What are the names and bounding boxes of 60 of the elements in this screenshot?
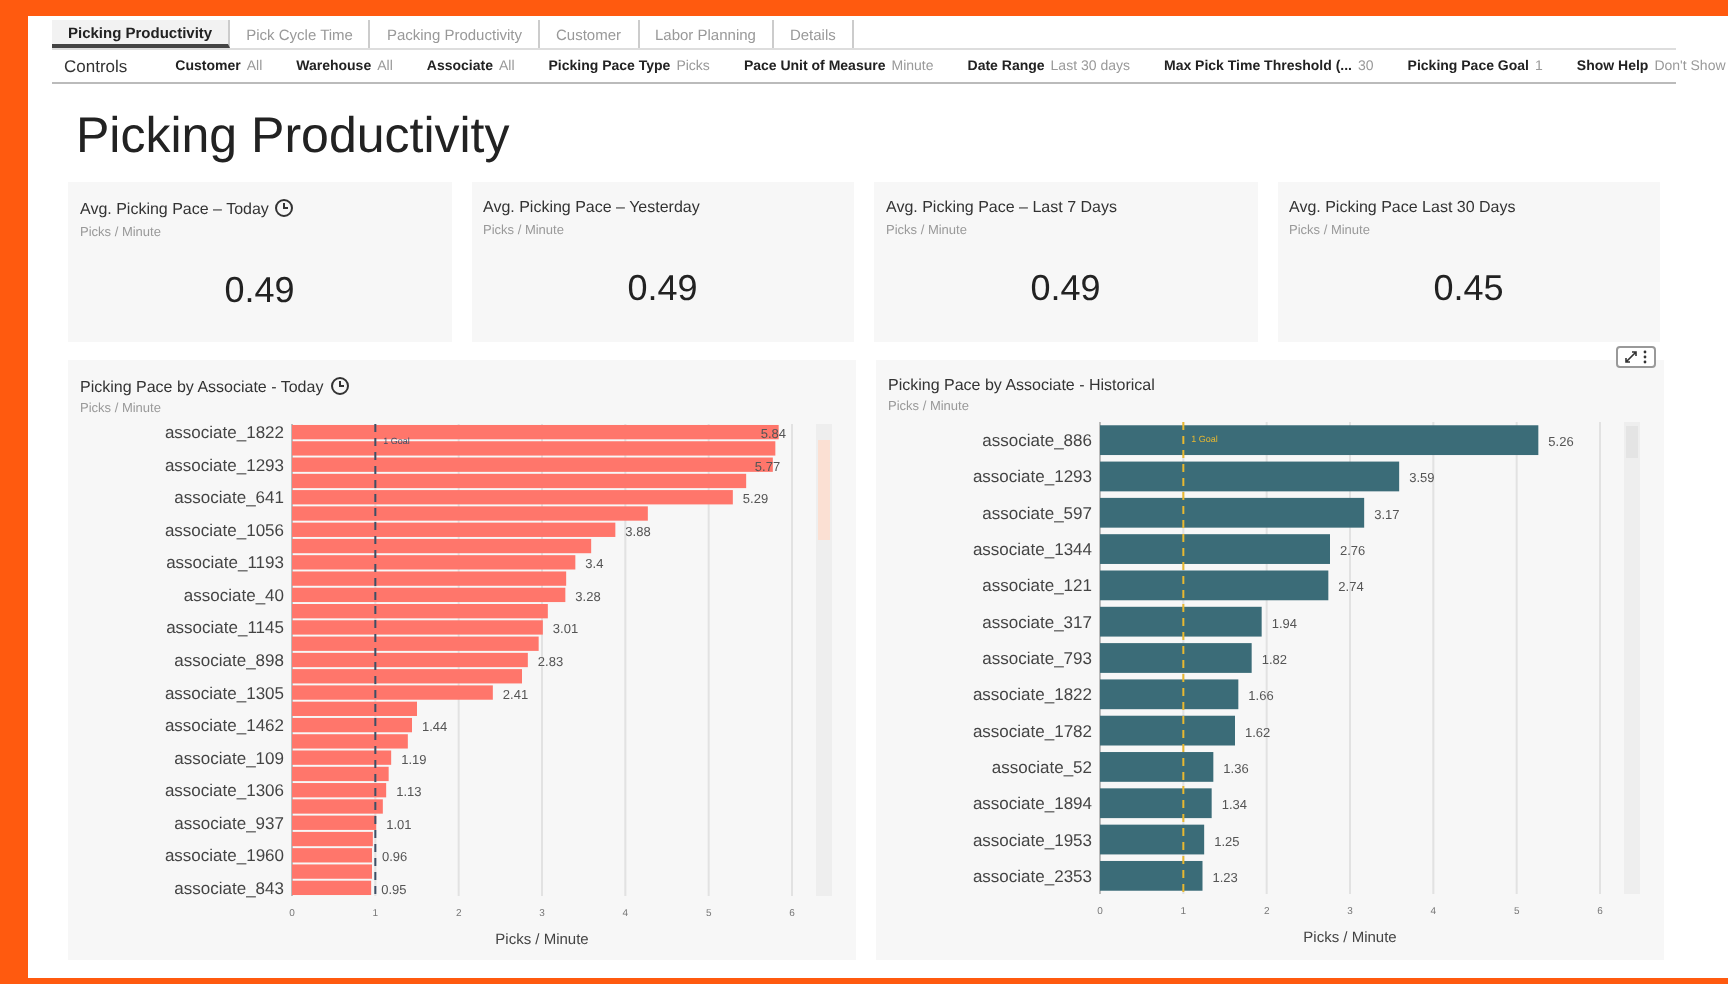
kpi-value: 0.49 (224, 270, 295, 312)
chart-title: Picking Pace by Associate - Historical (888, 376, 1155, 394)
bar[interactable] (292, 831, 373, 847)
bar[interactable] (292, 587, 566, 603)
category-label: associate_937 (174, 812, 284, 833)
scrollbar[interactable] (816, 424, 832, 896)
kpi-title: Avg. Picking Pace – Last 7 Days (886, 198, 1117, 216)
bar[interactable] (1100, 497, 1365, 528)
kpi-title: Avg. Picking Pace Last 30 Days (1289, 198, 1516, 216)
category-label: associate_843 (174, 877, 284, 898)
chart-title: Picking Pace by Associate - Today (80, 377, 324, 395)
category-label: associate_40 (183, 584, 284, 605)
kpi-title: Avg. Picking Pace – Yesterday (483, 198, 700, 216)
category-label: associate_1056 (164, 519, 284, 540)
bar[interactable] (1100, 606, 1262, 637)
kpi-value: 0.45 (1433, 268, 1504, 310)
kpi-title: Avg. Picking Pace – Today (80, 199, 269, 217)
bar[interactable] (292, 473, 747, 489)
category-label: associate_1953 (972, 829, 1092, 850)
bar[interactable] (292, 538, 592, 554)
bar[interactable] (1100, 824, 1205, 855)
category-label: associate_641 (174, 487, 284, 508)
category-label: associate_109 (174, 747, 284, 768)
bar[interactable] (1100, 425, 1539, 456)
bar[interactable] (1100, 679, 1239, 710)
category-label: associate_793 (982, 648, 1092, 668)
bar[interactable] (1100, 788, 1212, 819)
expand-icon[interactable] (1624, 350, 1638, 364)
category-label: associate_1145 (166, 617, 284, 638)
category-label: associate_1305 (164, 682, 284, 703)
page-title: Picking Productivity (76, 108, 510, 166)
bar[interactable] (1100, 860, 1203, 891)
category-label: associate_1960 (164, 845, 284, 866)
category-label: associate_121 (982, 575, 1092, 596)
controls-label: Controls (64, 56, 128, 76)
bar[interactable] (292, 717, 412, 733)
category-label: associate_2353 (972, 865, 1092, 886)
bar[interactable] (292, 652, 528, 668)
category-label: associate_1344 (972, 539, 1092, 560)
category-label: associate_1293 (972, 466, 1092, 487)
category-label: associate_1462 (164, 715, 284, 736)
category-label: associate_597 (982, 502, 1092, 523)
kpi-value: 0.49 (1030, 268, 1101, 310)
category-label: associate_1822 (164, 422, 284, 443)
category-label: associate_1894 (972, 793, 1092, 814)
kpi-value: 0.49 (627, 268, 698, 310)
category-label: associate_1193 (166, 552, 284, 573)
category-label: associate_1822 (972, 684, 1092, 705)
category-label: associate_886 (982, 430, 1092, 451)
category-label: associate_1293 (164, 454, 284, 475)
more-options-icon[interactable] (1642, 350, 1648, 364)
category-label: associate_1782 (972, 720, 1092, 741)
category-label: associate_1306 (164, 780, 284, 801)
bar[interactable] (1100, 715, 1235, 746)
category-label: associate_317 (982, 611, 1092, 632)
bar[interactable] (1100, 570, 1329, 601)
category-label: associate_898 (174, 650, 284, 670)
bar[interactable] (1100, 461, 1400, 492)
bar[interactable] (292, 766, 389, 782)
category-label: associate_52 (991, 756, 1092, 777)
